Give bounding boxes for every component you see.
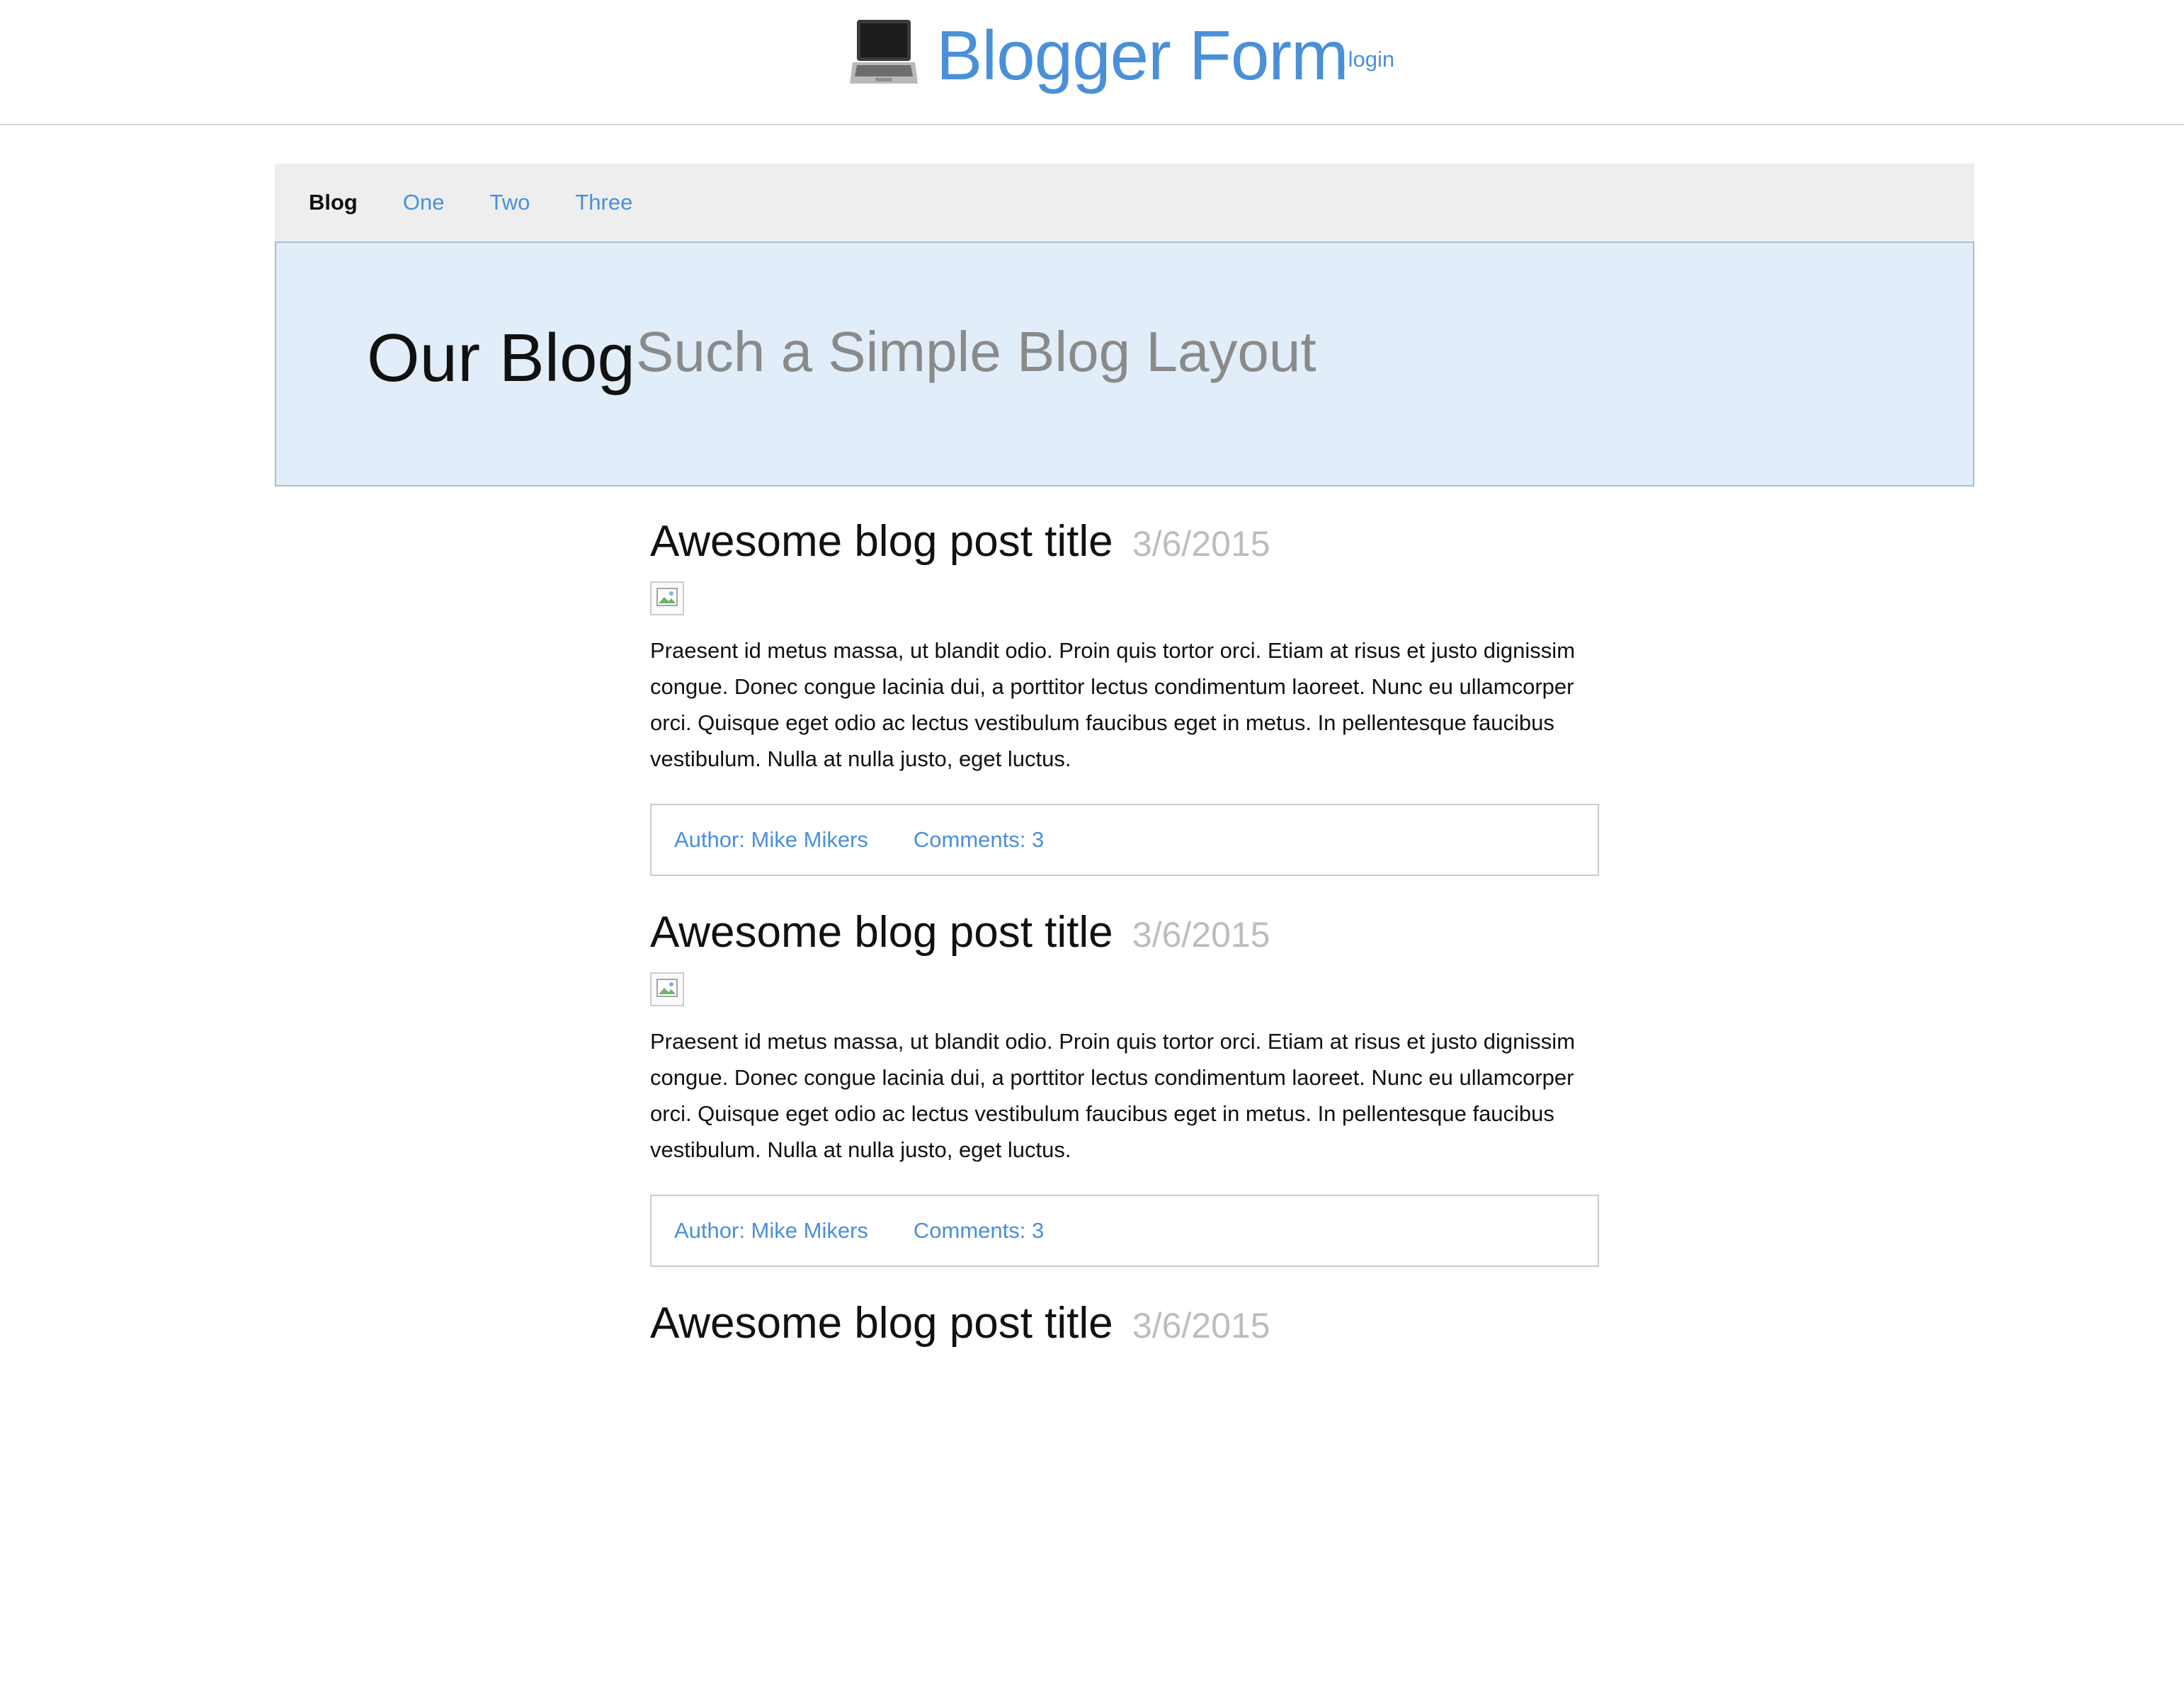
post-title[interactable]: Awesome blog post title	[650, 517, 1113, 566]
post-heading: Awesome blog post title 3/6/2015	[650, 902, 1599, 965]
nav-item-one[interactable]: One	[403, 190, 445, 215]
author-link[interactable]: Author: Mike Mikers	[674, 827, 868, 853]
hero-title: Our Blog	[367, 320, 635, 396]
post-image	[650, 972, 684, 1006]
post-title[interactable]: Awesome blog post title	[650, 908, 1113, 957]
comments-link[interactable]: Comments: 3	[914, 827, 1044, 853]
post-date: 3/6/2015	[1132, 524, 1270, 564]
post-meta-bar: Author: Mike Mikers Comments: 3	[650, 804, 1599, 876]
broken-image-icon	[656, 979, 678, 997]
blog-post: Awesome blog post title 3/6/2015 Praesen…	[650, 902, 1599, 1293]
site-title[interactable]: Blogger Form	[936, 13, 1349, 98]
main-nav: Blog One Two Three	[275, 164, 1974, 241]
post-image	[650, 581, 684, 615]
laptop-icon	[850, 20, 918, 84]
site-header: Blogger Form login	[0, 0, 2184, 125]
post-heading: Awesome blog post title 3/6/2015	[650, 511, 1599, 574]
blog-post: Awesome blog post title 3/6/2015	[650, 1293, 1599, 1684]
post-list: Awesome blog post title 3/6/2015 Praesen…	[650, 511, 1599, 1684]
blog-post: Awesome blog post title 3/6/2015 Praesen…	[650, 511, 1599, 902]
post-title[interactable]: Awesome blog post title	[650, 1299, 1113, 1348]
post-date: 3/6/2015	[1132, 1306, 1270, 1346]
brand: Blogger Form login	[847, 13, 1394, 98]
hero-subtitle: Such a Simple Blog Layout	[636, 320, 1316, 383]
comments-link[interactable]: Comments: 3	[914, 1218, 1044, 1244]
author-link[interactable]: Author: Mike Mikers	[674, 1218, 868, 1244]
nav-item-three[interactable]: Three	[575, 190, 632, 215]
post-body: Praesent id metus massa, ut blandit odio…	[650, 1029, 1576, 1162]
nav-item-blog[interactable]: Blog	[309, 190, 358, 215]
post-heading: Awesome blog post title 3/6/2015	[650, 1293, 1599, 1356]
broken-image-icon	[656, 588, 678, 606]
login-link[interactable]: login	[1348, 47, 1395, 72]
post-body: Praesent id metus massa, ut blandit odio…	[650, 638, 1576, 771]
post-date: 3/6/2015	[1132, 915, 1270, 955]
nav-item-two[interactable]: Two	[489, 190, 530, 215]
hero-banner: Our Blog Such a Simple Blog Layout	[275, 241, 1974, 487]
post-meta-bar: Author: Mike Mikers Comments: 3	[650, 1195, 1599, 1267]
